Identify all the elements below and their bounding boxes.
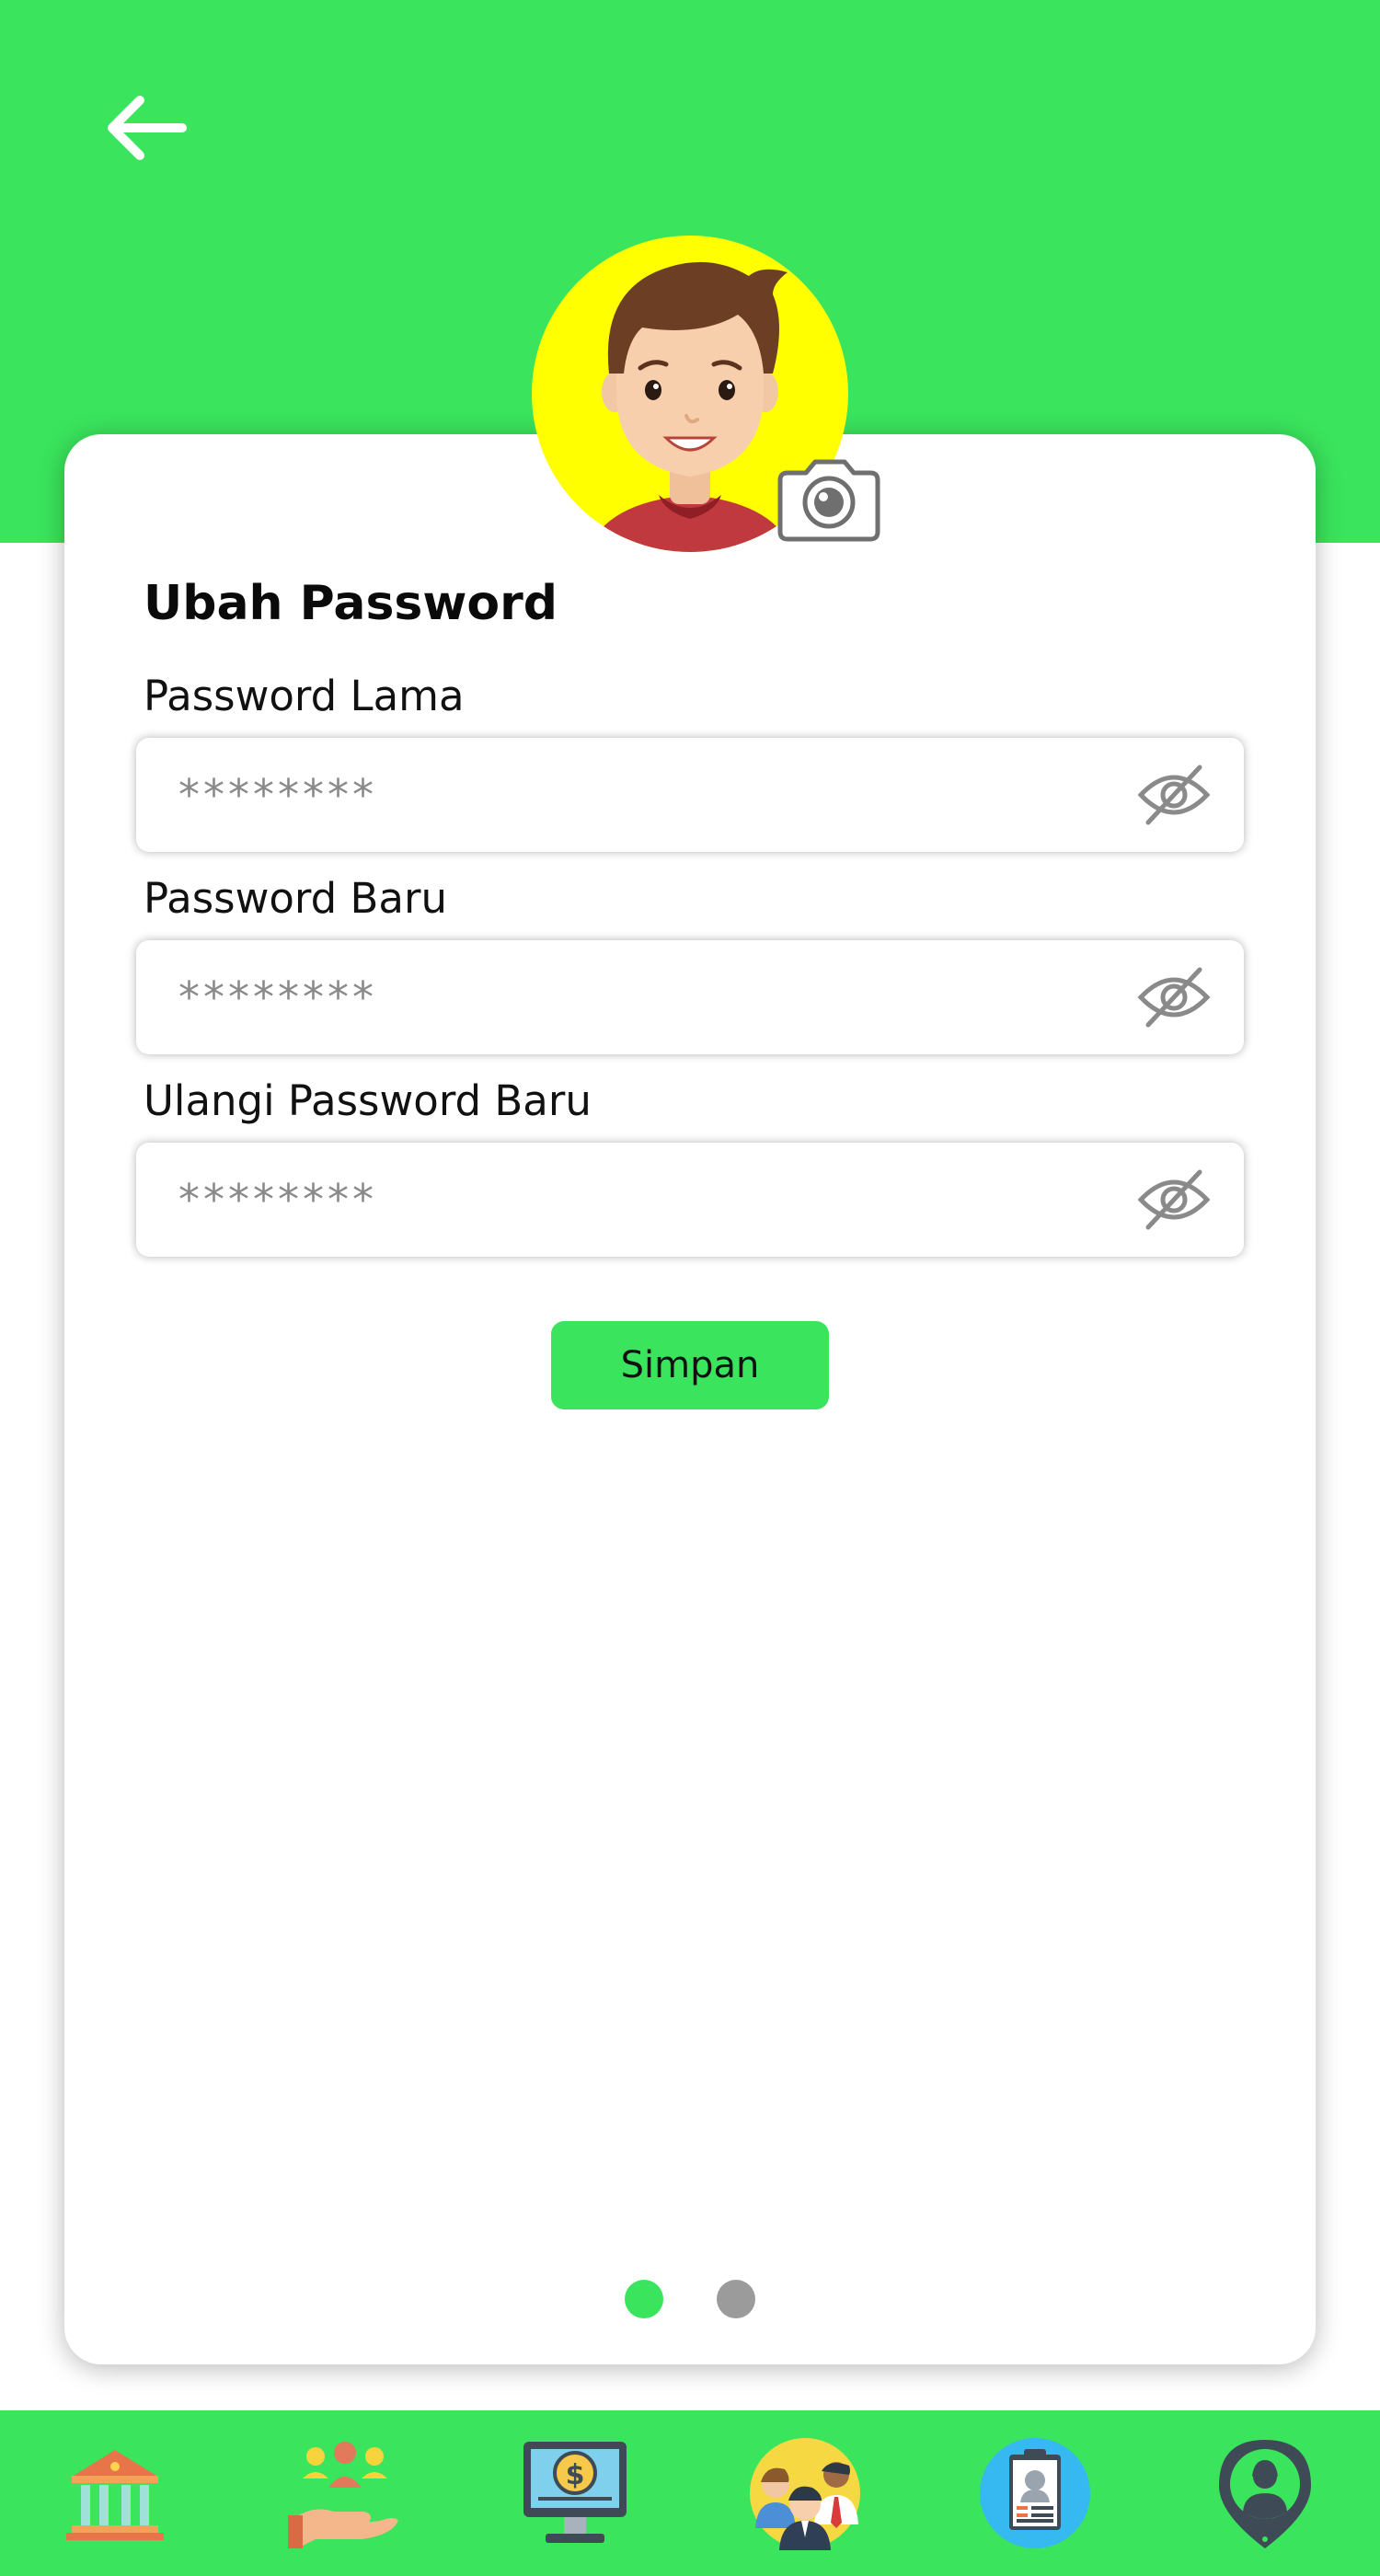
eye-off-icon [1137,1169,1211,1230]
page-title: Ubah Password [144,576,558,631]
eye-off-icon [1137,967,1211,1028]
bottom-navigation: $ [0,2410,1380,2576]
nav-item-community[interactable] [285,2432,405,2554]
people-group-icon [750,2438,860,2550]
new-password-input[interactable] [178,940,1098,1054]
arrow-left-icon [108,96,187,160]
old-password-field [136,738,1244,852]
nav-item-location[interactable] [1205,2432,1325,2554]
nav-item-bank[interactable] [55,2432,175,2554]
back-button[interactable] [99,88,191,167]
old-password-input[interactable] [178,738,1098,852]
monitor-dollar-icon: $ [523,2442,627,2543]
pagination-dot-active[interactable] [625,2280,663,2318]
confirm-password-visibility-toggle[interactable] [1137,1168,1211,1231]
community-hand-icon [288,2442,398,2548]
nav-item-profile-card[interactable] [975,2432,1095,2554]
nav-item-finance[interactable]: $ [515,2432,635,2554]
eye-off-icon [1137,765,1211,825]
new-password-visibility-toggle[interactable] [1137,966,1211,1029]
pagination-dot-inactive[interactable] [717,2280,755,2318]
save-button[interactable]: Simpan [551,1321,829,1409]
nav-item-members[interactable] [745,2432,865,2554]
svg-text:$: $ [566,2459,585,2491]
change-photo-button[interactable] [773,456,885,545]
new-password-label: Password Baru [144,874,447,923]
confirm-password-label: Ulangi Password Baru [144,1076,592,1125]
old-password-visibility-toggle[interactable] [1137,764,1211,826]
id-card-icon [980,2438,1090,2548]
confirm-password-field [136,1143,1244,1257]
bank-icon [66,2450,164,2540]
old-password-label: Password Lama [144,672,465,720]
confirm-password-input[interactable] [178,1143,1098,1257]
new-password-field [136,940,1244,1054]
camera-icon [777,459,880,542]
location-person-icon [1219,2440,1311,2548]
